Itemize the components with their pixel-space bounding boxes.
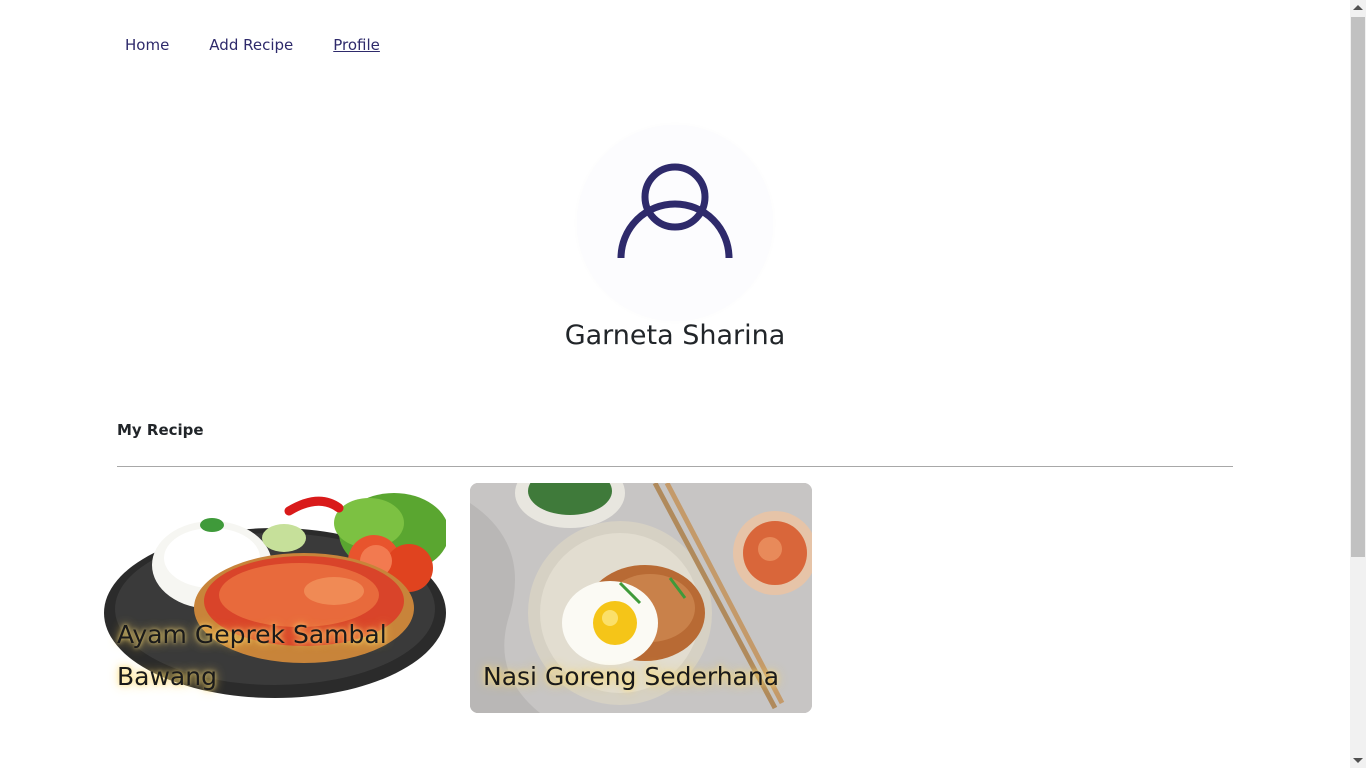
nav-add-recipe-link[interactable]: Add Recipe: [201, 32, 301, 58]
navbar: Home Add Recipe Profile: [117, 32, 412, 58]
recipe-title: Nasi Goreng Sederhana: [483, 662, 780, 691]
section-title: My Recipe: [117, 421, 204, 439]
scrollbar[interactable]: [1350, 0, 1366, 768]
recipe-card[interactable]: Nasi Goreng Sederhana: [470, 483, 812, 713]
nav-home-link[interactable]: Home: [117, 32, 177, 58]
recipe-card[interactable]: Ayam Geprek Sambal Bawang: [104, 483, 446, 713]
avatar: [577, 125, 773, 321]
scroll-up-icon[interactable]: [1353, 5, 1363, 10]
section-divider: [117, 466, 1233, 467]
profile-name: Garneta Sharina: [564, 320, 786, 351]
scroll-thumb[interactable]: [1351, 17, 1365, 557]
user-icon: [617, 163, 733, 259]
nav-profile-link[interactable]: Profile: [325, 32, 388, 58]
scroll-down-icon[interactable]: [1353, 758, 1363, 763]
recipe-title: Ayam Geprek Sambal Bawang: [117, 620, 387, 691]
